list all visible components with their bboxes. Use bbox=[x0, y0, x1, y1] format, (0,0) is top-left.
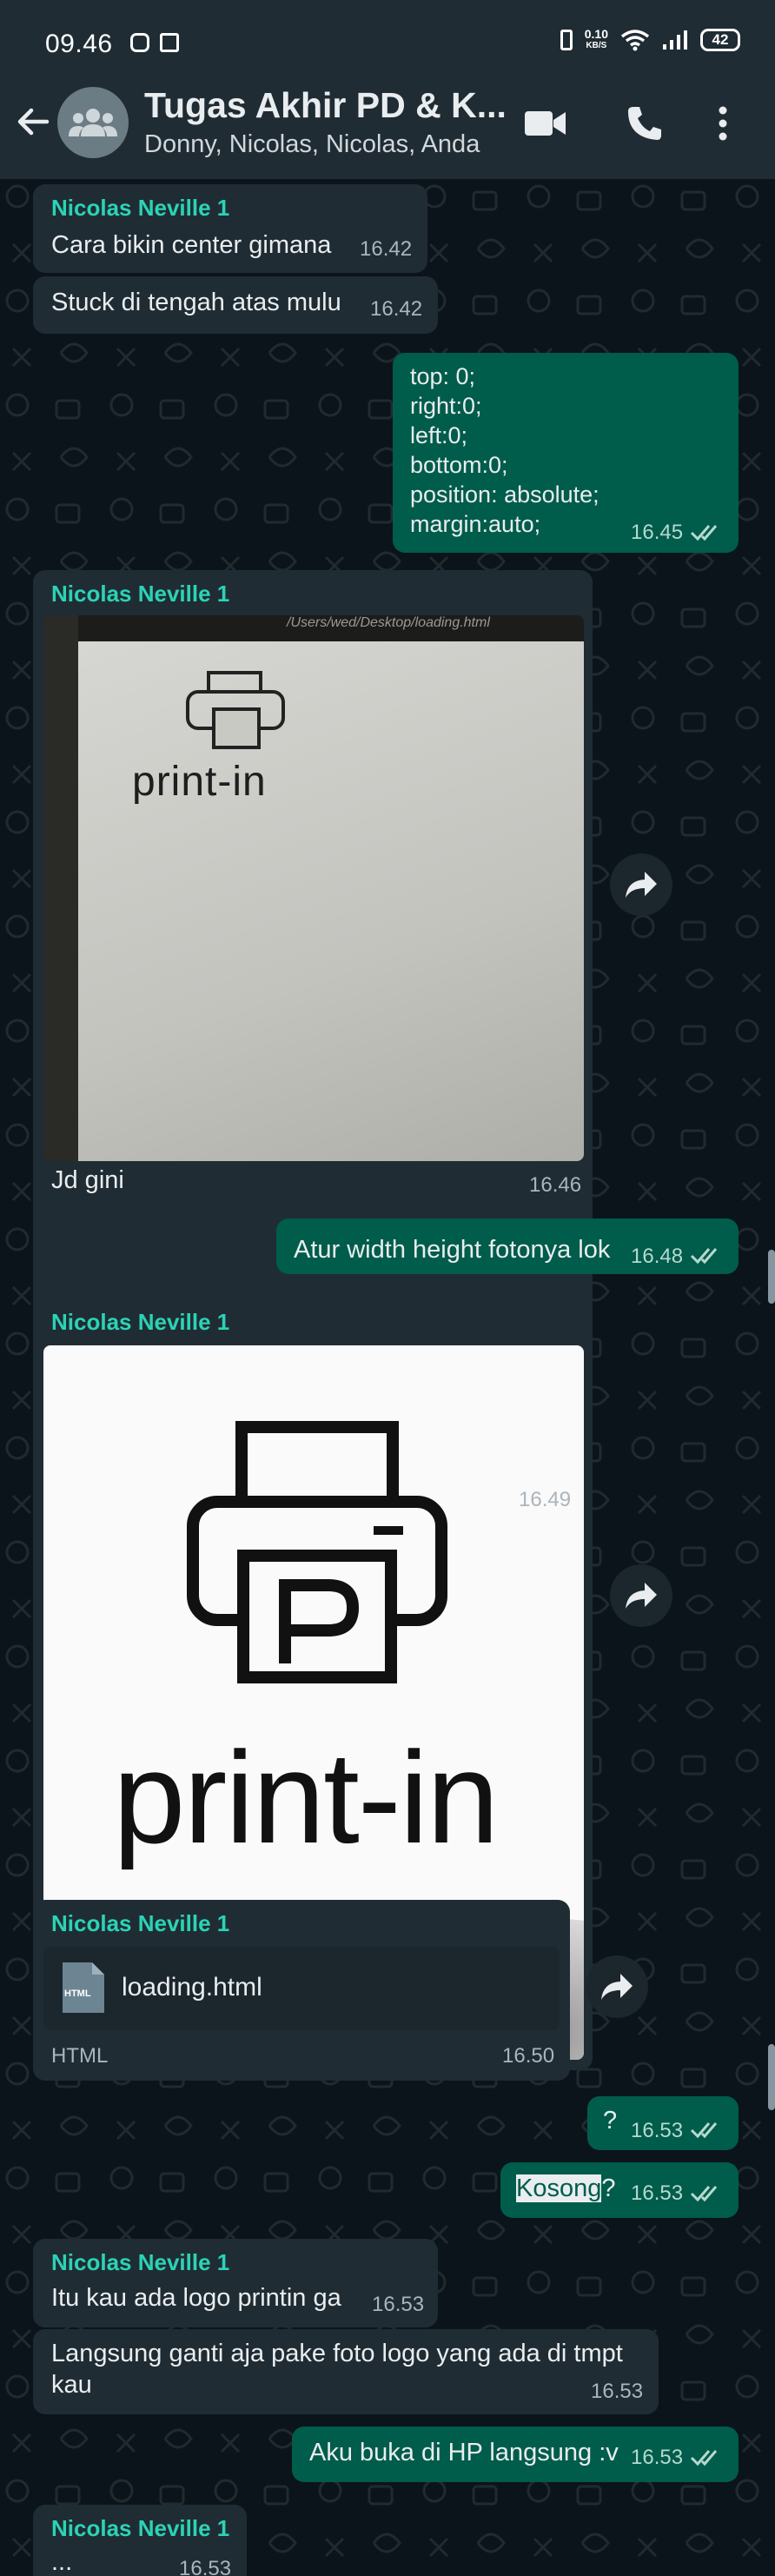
read-receipt-icon bbox=[690, 525, 718, 541]
notification-app-icon bbox=[160, 33, 179, 52]
message-text: Stuck di tengah atas mulu bbox=[51, 289, 341, 316]
photo-caption: Jd gini bbox=[51, 1166, 124, 1194]
video-call-icon bbox=[525, 111, 566, 136]
message-text: Kosong? bbox=[516, 2174, 616, 2203]
message-sender[interactable]: Nicolas Neville 1 bbox=[51, 2249, 229, 2276]
net-speed-value: 0.10 bbox=[584, 27, 608, 41]
message-time: 16.53 bbox=[179, 2557, 232, 2576]
read-receipt-icon bbox=[690, 2122, 718, 2139]
forward-button[interactable] bbox=[610, 853, 672, 916]
message-text: Cara bikin center gimana bbox=[51, 231, 332, 259]
chat-area[interactable]: Nicolas Neville 1 Cara bikin center gima… bbox=[0, 179, 775, 2576]
message-sender[interactable]: Nicolas Neville 1 bbox=[51, 2515, 229, 2542]
message-sender[interactable]: Nicolas Neville 1 bbox=[51, 581, 229, 607]
group-avatar-icon bbox=[69, 109, 117, 136]
more-options-button[interactable] bbox=[707, 101, 739, 146]
net-speed-unit: KB/S bbox=[586, 41, 607, 50]
wifi-icon bbox=[620, 30, 650, 51]
message-time: 16.53 bbox=[631, 2181, 684, 2205]
forward-button[interactable] bbox=[586, 1955, 648, 2018]
message-text: top: 0; right:0; left:0; bottom:0; posit… bbox=[410, 362, 599, 539]
scrollbar-thumb[interactable] bbox=[768, 2044, 775, 2110]
photo-logo-text: print-in bbox=[132, 759, 267, 805]
message-line: right:0; bbox=[410, 393, 482, 419]
status-time: 09.46 bbox=[45, 30, 113, 58]
video-call-button[interactable] bbox=[523, 101, 568, 146]
message-text: Atur width height fotonya lok bbox=[294, 1236, 611, 1264]
photo-logo-text: print-in bbox=[113, 1724, 499, 1870]
printer-logo-icon bbox=[186, 671, 285, 749]
message-line: Langsung ganti aja pake foto logo yang a… bbox=[51, 2340, 623, 2367]
chat-members[interactable]: Donny, Nicolas, Nicolas, Anda bbox=[144, 130, 480, 159]
message-time: 16.53 bbox=[591, 2380, 644, 2403]
message-time: 16.45 bbox=[631, 521, 684, 544]
file-attachment[interactable]: HTML loading.html bbox=[43, 1947, 560, 2030]
read-receipt-icon bbox=[690, 1248, 718, 1265]
message-line: position: absolute; bbox=[410, 481, 599, 508]
instagram-icon bbox=[130, 33, 149, 52]
battery-indicator: 42 bbox=[700, 29, 740, 51]
forward-icon bbox=[626, 1583, 657, 1609]
html-file-icon bbox=[63, 1962, 104, 2013]
net-speed: 0.10 KB/S bbox=[585, 28, 608, 52]
message-line: left:0; bbox=[410, 422, 468, 448]
file-type: HTML bbox=[51, 2044, 109, 2068]
message-sender[interactable]: Nicolas Neville 1 bbox=[51, 1309, 229, 1336]
message-text-rest: ? bbox=[601, 2174, 616, 2202]
file-name: loading.html bbox=[122, 1973, 262, 2002]
message-sender[interactable]: Nicolas Neville 1 bbox=[51, 1910, 229, 1937]
photo-url: /Users/wed/Desktop/loading.html bbox=[287, 615, 490, 630]
message-time: 16.48 bbox=[631, 1245, 684, 1268]
vibrate-icon bbox=[560, 30, 573, 50]
photo-attachment[interactable]: /Users/wed/Desktop/loading.html print-in bbox=[43, 615, 584, 1161]
message-time: 16.50 bbox=[502, 2044, 555, 2068]
printer-logo-icon bbox=[187, 1421, 447, 1683]
forward-button[interactable] bbox=[610, 1564, 672, 1627]
more-options-icon bbox=[719, 106, 727, 141]
chat-header: Tugas Akhir PD & K... Donny, Nicolas, Ni… bbox=[0, 68, 775, 179]
status-bar: 09.46 0.10 KB/S 42 bbox=[0, 0, 775, 68]
message-text: Aku buka di HP langsung :v bbox=[309, 2439, 619, 2466]
message-time: 16.53 bbox=[631, 2446, 684, 2469]
message-text: Itu kau ada logo printin ga bbox=[51, 2284, 341, 2312]
voice-call-icon bbox=[628, 107, 661, 140]
message-text: Langsung ganti aja pake foto logo yang a… bbox=[51, 2338, 623, 2400]
highlighted-text: Kosong bbox=[516, 2174, 602, 2202]
message-time: 16.42 bbox=[370, 297, 423, 321]
signal-icon bbox=[663, 30, 687, 50]
chat-title[interactable]: Tugas Akhir PD & K... bbox=[144, 85, 509, 126]
voice-call-button[interactable] bbox=[622, 101, 667, 146]
read-receipt-icon bbox=[690, 2450, 718, 2466]
message-line: top: 0; bbox=[410, 363, 476, 389]
message-line: bottom:0; bbox=[410, 452, 508, 478]
message-time: 16.46 bbox=[529, 1173, 582, 1197]
message-sender[interactable]: Nicolas Neville 1 bbox=[51, 195, 229, 222]
scrollbar-thumb[interactable] bbox=[768, 1250, 775, 1304]
group-avatar[interactable] bbox=[57, 87, 129, 158]
forward-icon bbox=[626, 872, 657, 898]
message-time: 16.49 bbox=[519, 1488, 572, 1511]
message-time: 16.53 bbox=[372, 2293, 425, 2316]
message-line: margin:auto; bbox=[410, 511, 541, 537]
message-text: ? bbox=[603, 2107, 618, 2134]
file-icon-label: HTML bbox=[64, 1988, 91, 1999]
message-time: 16.53 bbox=[631, 2119, 684, 2142]
message-time: 16.42 bbox=[360, 237, 413, 261]
back-arrow-icon[interactable] bbox=[14, 103, 52, 141]
forward-icon bbox=[601, 1974, 633, 2000]
read-receipt-icon bbox=[690, 2186, 718, 2202]
message-line: kau bbox=[51, 2371, 92, 2399]
message-text: ... bbox=[51, 2548, 73, 2576]
